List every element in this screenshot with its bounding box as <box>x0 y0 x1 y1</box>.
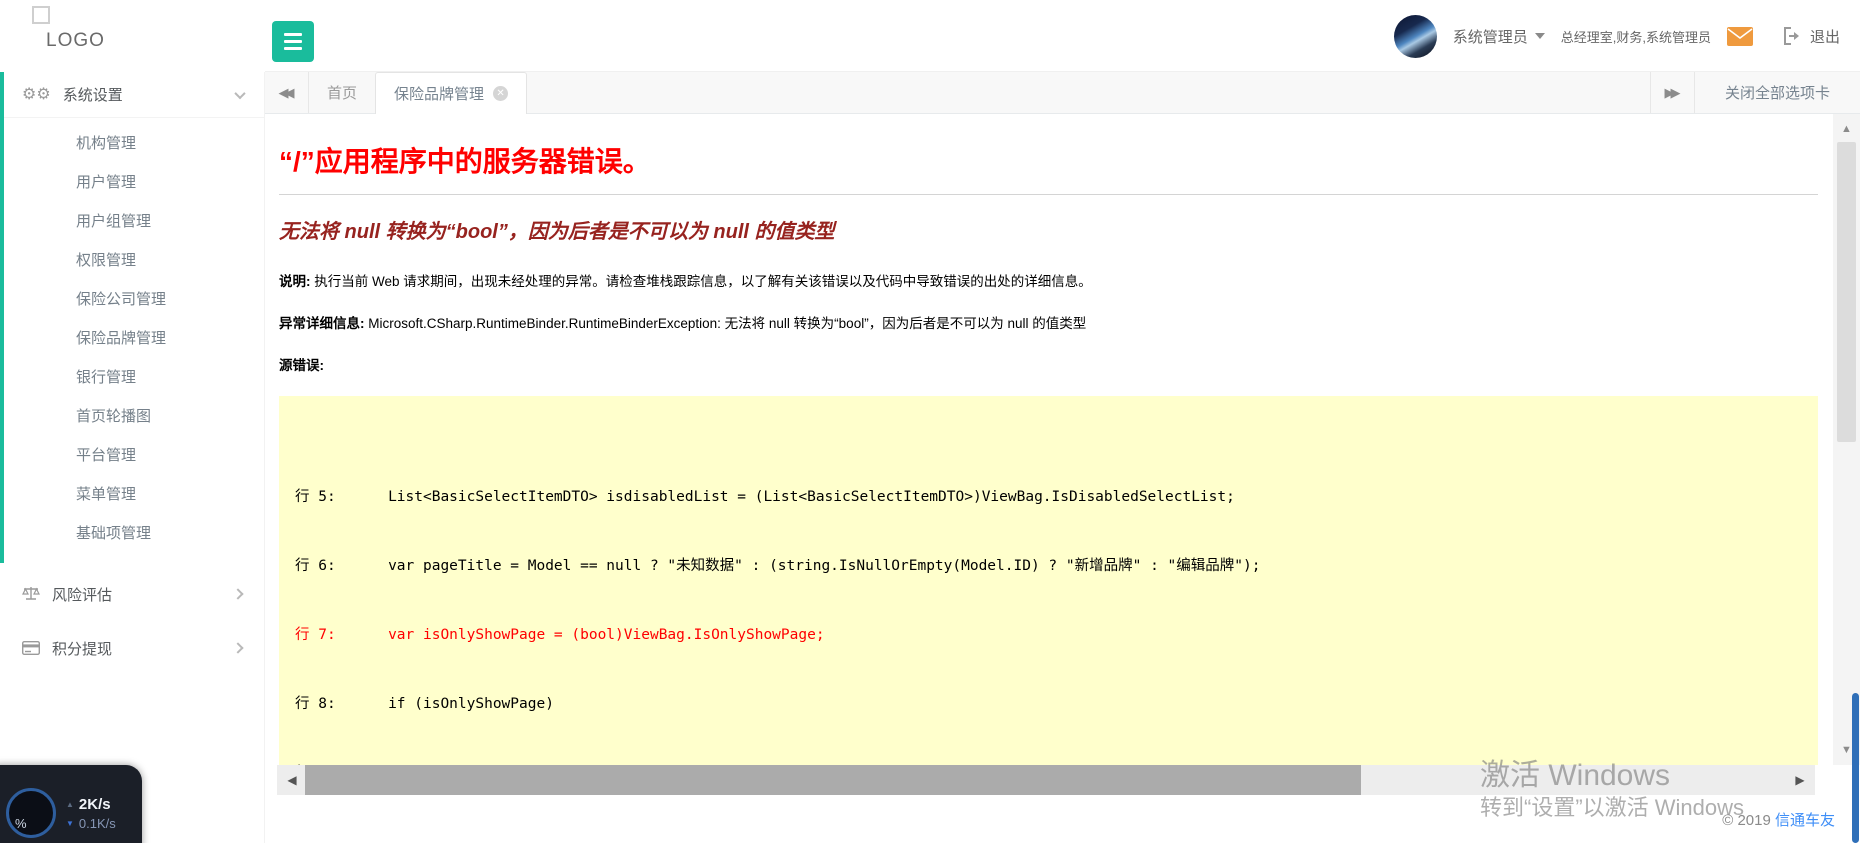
sidebar-item-points-withdrawal[interactable]: 积分提现 <box>0 625 264 671</box>
sidebar-item-permission-mgmt[interactable]: 权限管理 <box>4 241 264 280</box>
sidebar-item-bank-mgmt[interactable]: 银行管理 <box>4 358 264 397</box>
chevron-down-icon <box>234 87 246 99</box>
username: 系统管理员 <box>1452 28 1528 46</box>
credit-card-icon <box>22 639 40 657</box>
chevron-right-icon <box>232 588 244 600</box>
divider <box>279 194 1818 195</box>
netspeed-gauge: % <box>6 788 56 838</box>
close-all-tabs-button[interactable]: 关闭全部选项卡 <box>1693 72 1860 113</box>
sidebar-item-platform-mgmt[interactable]: 平台管理 <box>4 436 264 475</box>
server-error-document: “/”应用程序中的服务器错误。 无法将 null 转换为“bool”，因为后者是… <box>265 114 1826 765</box>
tabs-scroll-left-button[interactable]: ◀◀ <box>265 72 309 113</box>
down-arrow-icon: ▼ <box>66 818 74 828</box>
scroll-right-arrow[interactable]: ▶ <box>1785 765 1815 795</box>
logo-area: LOGO <box>0 0 265 72</box>
user-roles: 总经理室,财务,系统管理员 <box>1560 29 1711 45</box>
logo-icon <box>32 6 50 24</box>
sidebar-item-insurance-brand-mgmt[interactable]: 保险品牌管理 <box>4 319 264 358</box>
source-error-code-block: 行 5: List<BasicSelectItemDTO> isdisabled… <box>279 396 1818 765</box>
download-speed: ▼ 0.1K/s <box>66 815 116 831</box>
logout-label: 退出 <box>1809 28 1840 46</box>
code-line: 行 8: if (isOnlyShowPage) <box>295 696 554 712</box>
tab-home[interactable]: 首页 <box>309 72 375 113</box>
copyright: © 2019 信通车友 <box>1722 812 1835 829</box>
header-right: 系统管理员 总经理室,财务,系统管理员 退出 <box>1393 0 1840 72</box>
browser-scrollbar-thumb[interactable] <box>1852 693 1859 843</box>
error-title: “/”应用程序中的服务器错误。 <box>279 146 651 177</box>
mail-button[interactable] <box>1726 26 1753 46</box>
sidebar-toggle-button[interactable] <box>272 21 314 62</box>
tabbar-spacer <box>527 72 1650 113</box>
hamburger-icon <box>284 33 302 36</box>
logo-text: LOGO <box>46 30 105 51</box>
sidebar-item-menu-mgmt[interactable]: 菜单管理 <box>4 475 264 514</box>
error-subtitle: 无法将 null 转换为“bool”，因为后者是不可以为 null 的值类型 <box>279 221 835 243</box>
scale-icon <box>22 585 40 603</box>
sidebar-item-insurance-company-mgmt[interactable]: 保险公司管理 <box>4 280 264 319</box>
page-footer: © 2019 信通车友 <box>265 795 1860 843</box>
horizontal-scroll-thumb[interactable] <box>305 765 1361 795</box>
content-viewport: “/”应用程序中的服务器错误。 无法将 null 转换为“bool”，因为后者是… <box>265 114 1860 765</box>
up-arrow-icon: ▲ <box>66 799 74 809</box>
sidebar-item-user-mgmt[interactable]: 用户管理 <box>4 163 264 202</box>
system-settings-submenu: 机构管理 用户管理 用户组管理 权限管理 保险公司管理 保险品牌管理 银行管理 … <box>4 118 264 563</box>
close-tab-icon[interactable]: ✕ <box>493 86 509 101</box>
sign-out-icon <box>1783 27 1799 45</box>
sidebar-item-risk-assessment[interactable]: 风险评估 <box>0 571 264 617</box>
sidebar-item-org-mgmt[interactable]: 机构管理 <box>4 124 264 163</box>
top-header: LOGO 系统管理员 总经理室,财务,系统管理员 退出 <box>0 0 1860 72</box>
brand-link[interactable]: 信通车友 <box>1775 812 1835 829</box>
chevron-right-icon <box>232 642 244 654</box>
sidebar-item-basic-item-mgmt[interactable]: 基础项管理 <box>4 514 264 553</box>
sidebar-item-user-group-mgmt[interactable]: 用户组管理 <box>4 202 264 241</box>
sidebar: ⚙⚙ 系统设置 机构管理 用户管理 用户组管理 权限管理 保险公司管理 保险品牌… <box>0 72 265 843</box>
horizontal-scrollbar[interactable]: ◀ ▶ <box>277 765 1815 795</box>
sidebar-item-system-settings[interactable]: ⚙⚙ 系统设置 <box>4 72 264 118</box>
error-description: 说明: 执行当前 Web 请求期间，出现未经处理的异常。请检查堆栈跟踪信息，以了… <box>279 274 1092 289</box>
logout-button[interactable]: 退出 <box>1783 26 1840 47</box>
vertical-scrollbar[interactable]: ▲ ▼ <box>1833 114 1860 765</box>
avatar[interactable] <box>1393 14 1437 58</box>
vertical-scroll-thumb[interactable] <box>1837 142 1856 442</box>
code-line: 行 6: var pageTitle = Model == null ? "未知… <box>295 558 1261 574</box>
sidebar-item-home-carousel[interactable]: 首页轮播图 <box>4 397 264 436</box>
user-dropdown[interactable]: 系统管理员 <box>1453 26 1545 47</box>
code-line: 行 5: List<BasicSelectItemDTO> isdisabled… <box>295 489 1235 505</box>
envelope-icon <box>1726 26 1753 46</box>
tabs-scroll-right-button[interactable]: ▶▶ <box>1649 72 1694 113</box>
main-area: ◀◀ 首页 保险品牌管理 ✕ ▶▶ 关闭全部选项卡 “/”应用程序中的服务器错误… <box>265 72 1860 843</box>
upload-speed: ▲ 2K/s <box>66 795 111 813</box>
netspeed-widget: % ▲ 2K/s ▼ 0.1K/s <box>0 765 142 843</box>
gears-icon: ⚙⚙ <box>22 85 51 103</box>
sidebar-section-system-settings: ⚙⚙ 系统设置 机构管理 用户管理 用户组管理 权限管理 保险公司管理 保险品牌… <box>0 72 264 563</box>
scroll-up-arrow[interactable]: ▲ <box>1833 118 1860 140</box>
tab-bar: ◀◀ 首页 保险品牌管理 ✕ ▶▶ 关闭全部选项卡 <box>265 72 1860 114</box>
exception-details: 异常详细信息: Microsoft.CSharp.RuntimeBinder.R… <box>279 316 1087 331</box>
source-error-label: 源错误: <box>279 358 324 373</box>
caret-down-icon <box>1534 33 1545 39</box>
app-window: LOGO 系统管理员 总经理室,财务,系统管理员 退出 ⚙⚙ 系统设置 机构管理… <box>0 0 1860 843</box>
tab-insurance-brand-mgmt[interactable]: 保险品牌管理 ✕ <box>375 72 528 114</box>
code-line-highlighted: 行 7: var isOnlyShowPage = (bool)ViewBag.… <box>295 627 825 643</box>
scroll-left-arrow[interactable]: ◀ <box>277 765 307 795</box>
